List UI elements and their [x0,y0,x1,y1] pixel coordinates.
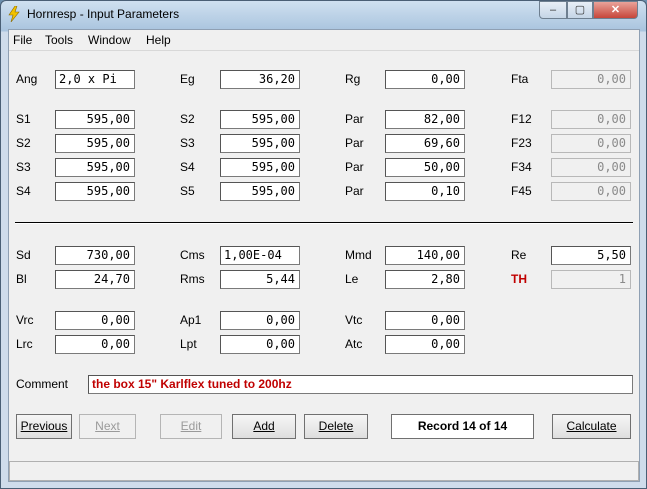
s3-field[interactable]: 595,00 [220,134,300,153]
s3-left-label: S3 [16,160,31,174]
vrc-label: Vrc [16,313,34,327]
f34-label: F34 [511,160,532,174]
vtc-field[interactable]: 0,00 [385,311,465,330]
th-field: 1 [551,270,631,289]
fta-field: 0,00 [551,70,631,89]
next-button[interactable]: Next [79,414,136,439]
le-field[interactable]: 2,80 [385,270,465,289]
le-label: Le [345,272,359,286]
lrc-field[interactable]: 0,00 [55,335,135,354]
sd-label: Sd [16,248,31,262]
previous-button[interactable]: Previous [16,414,72,439]
atc-label: Atc [345,337,363,351]
s1-label: S1 [16,112,31,126]
lightning-icon [8,6,20,22]
record-indicator: Record 14 of 14 [391,414,534,439]
s5-field[interactable]: 595,00 [220,182,300,201]
f45-field: 0,00 [551,182,631,201]
s5-label: S5 [180,184,195,198]
close-icon[interactable]: ✕ [593,1,638,19]
re-field[interactable]: 5,50 [551,246,631,265]
cms-label: Cms [180,248,205,262]
rms-label: Rms [180,272,205,286]
f23-label: F23 [511,136,532,150]
vtc-label: Vtc [345,313,363,327]
mmd-field[interactable]: 140,00 [385,246,465,265]
maximize-icon[interactable]: ▢ [567,1,593,19]
comment-label: Comment [16,377,69,391]
s4-left-field[interactable]: 595,00 [55,182,135,201]
eg-label: Eg [180,72,195,86]
menu-window[interactable]: Window [88,33,131,47]
s3-left-field[interactable]: 595,00 [55,158,135,177]
s4-field[interactable]: 595,00 [220,158,300,177]
par2-label: Par [345,136,364,150]
re-label: Re [511,248,527,262]
delete-button[interactable]: Delete [304,414,368,439]
par3-label: Par [345,160,364,174]
rg-label: Rg [345,72,361,86]
f12-field: 0,00 [551,110,631,129]
status-bar [9,461,639,481]
menu-tools[interactable]: Tools [45,33,73,47]
ang-label: Ang [16,72,38,86]
s1-field[interactable]: 595,00 [55,110,135,129]
lpt-label: Lpt [180,337,197,351]
mmd-label: Mmd [345,248,372,262]
vrc-field[interactable]: 0,00 [55,311,135,330]
minimize-icon[interactable]: – [539,1,567,19]
sd-field[interactable]: 730,00 [55,246,135,265]
s2-field[interactable]: 595,00 [220,110,300,129]
app-window: Hornresp - Input Parameters – ▢ ✕ File T… [0,0,647,489]
window-title: Hornresp - Input Parameters [27,7,180,21]
s4-left-label: S4 [16,184,31,198]
s4-label: S4 [180,160,195,174]
add-button[interactable]: Add [232,414,296,439]
bl-field[interactable]: 24,70 [55,270,135,289]
par4-field[interactable]: 0,10 [385,182,465,201]
fta-label: Fta [511,72,529,86]
cms-field[interactable]: 1,00E-04 [220,246,300,265]
calculate-button[interactable]: Calculate [552,414,631,439]
lpt-field[interactable]: 0,00 [220,335,300,354]
s2-label: S2 [180,112,195,126]
rms-field[interactable]: 5,44 [220,270,300,289]
edit-button[interactable]: Edit [160,414,222,439]
ap1-field[interactable]: 0,00 [220,311,300,330]
menu-bar: File Tools Window Help [9,30,639,51]
par1-label: Par [345,112,364,126]
s3-label: S3 [180,136,195,150]
f12-label: F12 [511,112,532,126]
par2-field[interactable]: 69,60 [385,134,465,153]
menu-help[interactable]: Help [146,33,171,47]
atc-field[interactable]: 0,00 [385,335,465,354]
lrc-label: Lrc [16,337,33,351]
ang-field[interactable]: 2,0 x Pi [55,70,135,89]
menu-file[interactable]: File [13,33,32,47]
s2-left-field[interactable]: 595,00 [55,134,135,153]
par4-label: Par [345,184,364,198]
f23-field: 0,00 [551,134,631,153]
th-label[interactable]: TH [511,272,527,286]
par3-field[interactable]: 50,00 [385,158,465,177]
section-divider [15,222,633,224]
input-parameters-panel: File Tools Window Help Ang 2,0 x Pi Eg 3… [8,29,640,482]
comment-field[interactable]: the box 15" Karlflex tuned to 200hz [88,375,633,394]
eg-field[interactable]: 36,20 [220,70,300,89]
bl-label: Bl [16,272,27,286]
s2-left-label: S2 [16,136,31,150]
f34-field: 0,00 [551,158,631,177]
rg-field[interactable]: 0,00 [385,70,465,89]
par1-field[interactable]: 82,00 [385,110,465,129]
title-bar[interactable]: Hornresp - Input Parameters – ▢ ✕ [1,1,646,29]
f45-label: F45 [511,184,532,198]
ap1-label: Ap1 [180,313,202,327]
